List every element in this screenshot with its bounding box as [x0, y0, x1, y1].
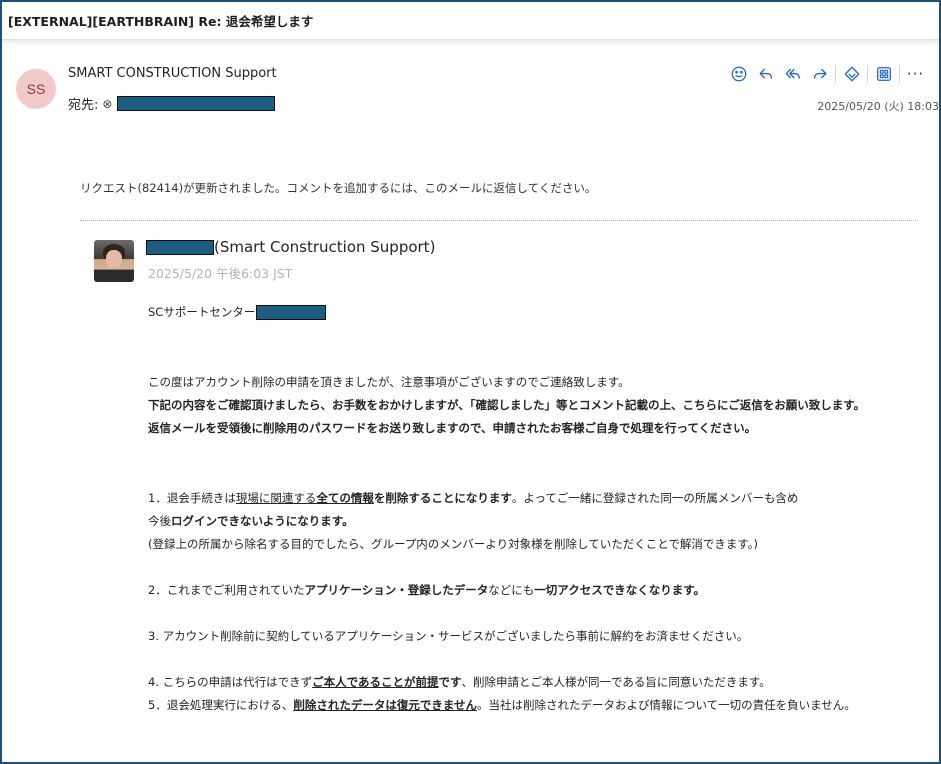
- reply-all-icon[interactable]: [779, 62, 806, 86]
- to-label: 宛先:: [68, 98, 99, 113]
- immersive-reader-icon[interactable]: [838, 62, 865, 86]
- forward-icon[interactable]: [806, 62, 833, 86]
- paragraph-1: この度はアカウント削除の申請を頂きましたが、注意事項がございますのでご連絡致しま…: [148, 375, 630, 389]
- redacted-staff-name: [256, 304, 327, 320]
- toolbar-separator: [899, 65, 900, 83]
- email-reading-pane: [EXTERNAL][EARTHBRAIN] Re: 退会希望します SS SM…: [0, 0, 941, 764]
- notice-item-5: 5．退会処理実行における、削除されたデータは復元できません。当社は削除されたデー…: [148, 698, 856, 712]
- notice-item-1-line-2: 今後ログインできないようになります。: [148, 514, 354, 528]
- recipient-status-icon: ⊗: [102, 96, 113, 111]
- agent-name: (Smart Construction Support): [146, 238, 435, 256]
- message-toolbar: ···: [725, 62, 929, 86]
- smiley-icon[interactable]: [725, 62, 752, 86]
- notice-item-3: 3. アカウント削除前に契約しているアプリケーション・サービスがございましたら事…: [148, 629, 749, 643]
- ticket-notice: リクエスト(82414)が更新されました。コメントを追加するには、このメールに返…: [80, 181, 597, 195]
- support-center-line: SCサポートセンター: [148, 304, 327, 320]
- more-icon[interactable]: ···: [902, 62, 929, 86]
- notice-item-2: 2．これまでご利用されていたアプリケーション・登録したデータなどにも一切アクセス…: [148, 583, 706, 597]
- paragraph-2: 下記の内容をご確認頂けましたら、お手数をおかけしますが、「確認しました」等とコメ…: [148, 398, 866, 412]
- dotted-divider: [80, 220, 918, 221]
- toolbar-separator: [835, 65, 836, 83]
- redacted-agent-name: [146, 239, 214, 255]
- agent-org: (Smart Construction Support): [214, 238, 436, 256]
- agent-photo: [94, 240, 134, 282]
- redacted-recipient[interactable]: [117, 96, 276, 111]
- subject-divider: [2, 40, 939, 46]
- received-date: 2025/05/20 (火) 18:03: [817, 100, 939, 113]
- notice-item-1-line-3: (登録上の所属から除名する目的でしたら、グループ内のメンバーより対象様を削除して…: [148, 537, 758, 551]
- agent-comment-date: 2025/5/20 午後6:03 JST: [148, 266, 293, 281]
- sender-avatar[interactable]: SS: [16, 69, 56, 109]
- paragraph-3: 返信メールを受領後に削除用のパスワードをお送り致しますので、申請されたお客様ご自…: [148, 421, 757, 435]
- notice-item-4: 4. こちらの申請は代行はできずご本人であることが前提です、削除申請とご本人様が…: [148, 675, 771, 689]
- recipient-row: 宛先: ⊗: [68, 94, 276, 113]
- email-subject: [EXTERNAL][EARTHBRAIN] Re: 退会希望します: [2, 2, 939, 40]
- support-center-label: SCサポートセンター: [148, 305, 256, 319]
- apps-icon[interactable]: [870, 62, 897, 86]
- toolbar-separator: [867, 65, 868, 83]
- notice-item-1: 1．退会手続きは現場に関連する全ての情報を削除することになります。よってご一緒に…: [148, 491, 799, 505]
- sender-name[interactable]: SMART CONSTRUCTION Support: [68, 66, 277, 81]
- reply-icon[interactable]: [752, 62, 779, 86]
